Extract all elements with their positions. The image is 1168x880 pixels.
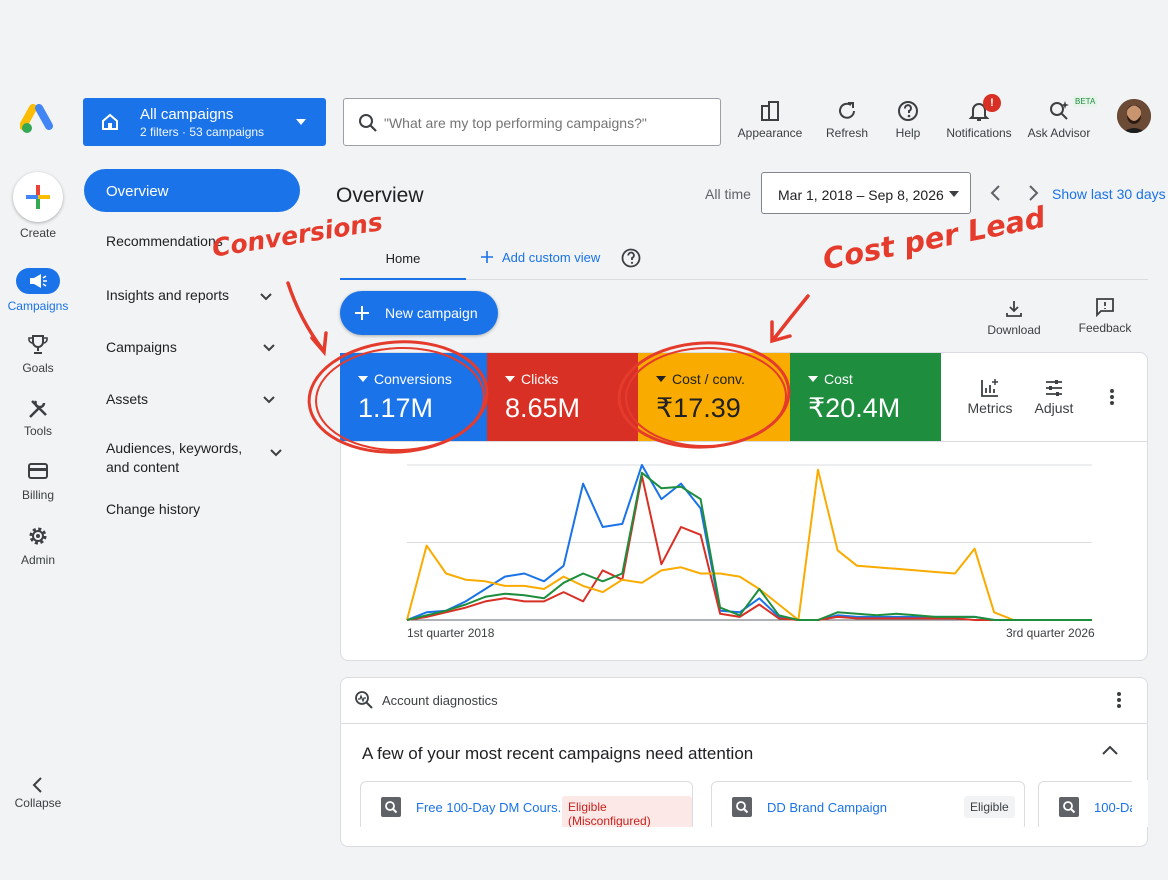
annotation-overlay	[286, 281, 810, 454]
